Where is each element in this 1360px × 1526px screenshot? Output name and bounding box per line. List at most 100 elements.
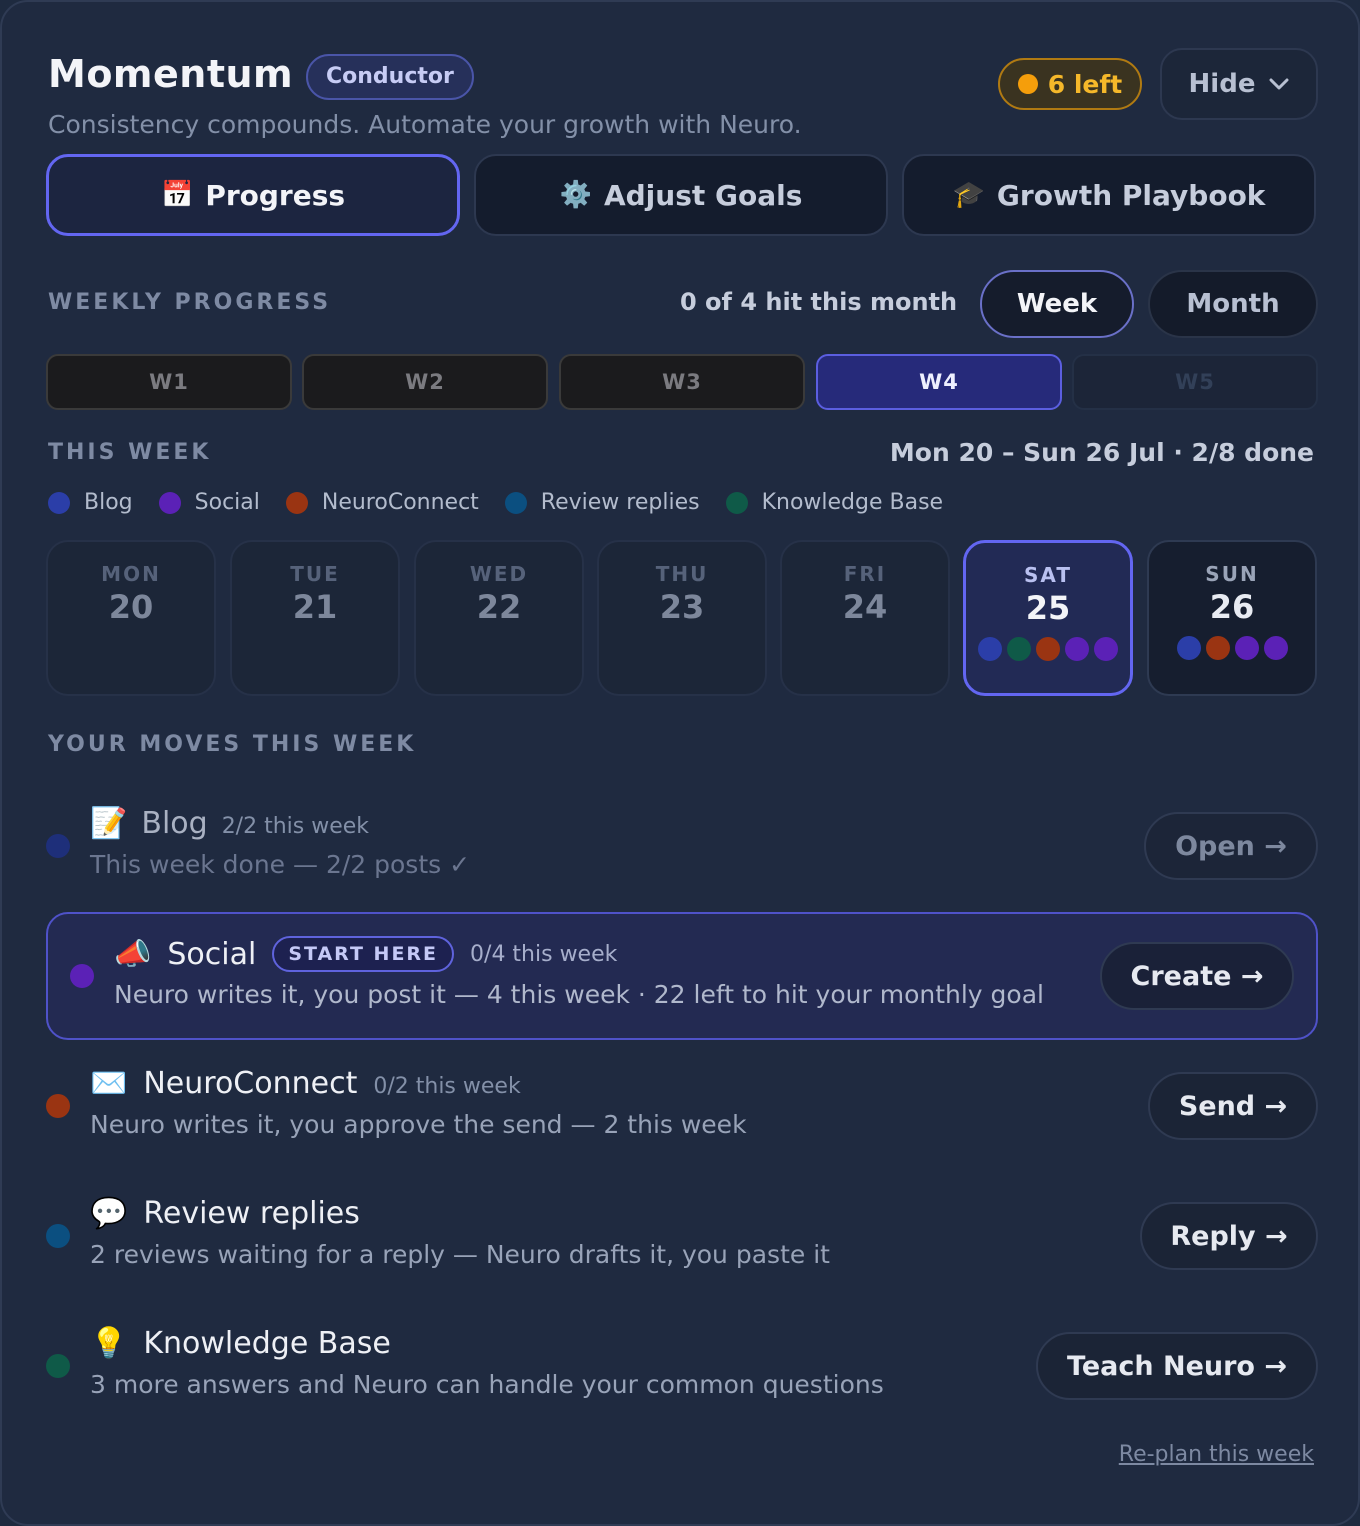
knowledge-base-status-dot-icon xyxy=(46,1354,70,1378)
neuroconnect-dot-icon xyxy=(1036,637,1060,661)
move-title: NeuroConnect xyxy=(143,1066,358,1101)
task-dots xyxy=(978,637,1118,661)
week-chip-w4[interactable]: W4 xyxy=(816,354,1062,410)
moves-heading: YOUR MOVES THIS WEEK xyxy=(48,732,417,757)
create-social-button[interactable]: Create → xyxy=(1100,942,1294,1010)
legend-label: Social xyxy=(194,490,260,515)
page-subtitle: Consistency compounds. Automate your gro… xyxy=(48,110,802,139)
speech-bubble-icon: 💬 xyxy=(90,1196,128,1231)
day-number: 26 xyxy=(1209,588,1255,626)
calendar-icon: 📅 xyxy=(160,180,194,210)
blog-status-dot-icon xyxy=(46,834,70,858)
move-count: 0/2 this week xyxy=(373,1074,521,1099)
move-description: This week done — 2/2 posts ✓ xyxy=(90,850,471,879)
move-title: Social xyxy=(167,936,257,972)
gear-icon: ⚙️ xyxy=(559,180,592,210)
day-number: 24 xyxy=(842,588,888,626)
weekly-progress-heading: WEEKLY PROGRESS xyxy=(48,290,332,315)
move-title: Review replies xyxy=(143,1196,360,1231)
legend-label: Review replies xyxy=(540,490,700,515)
chevron-down-icon xyxy=(1269,78,1289,90)
day-card-sat[interactable]: SAT 25 xyxy=(963,540,1133,696)
legend-dot-icon xyxy=(285,491,308,514)
day-number: 23 xyxy=(659,588,705,626)
social-status-dot-icon xyxy=(70,964,94,988)
tab-adjust-goals[interactable]: ⚙️ Adjust Goals xyxy=(474,154,888,236)
day-card-thu[interactable]: THU 23 xyxy=(597,540,767,696)
tab-progress[interactable]: 📅 Progress xyxy=(46,154,460,236)
review-replies-status-dot-icon xyxy=(46,1224,70,1248)
knowledge-base-dot-icon xyxy=(1007,637,1031,661)
open-blog-button[interactable]: Open → xyxy=(1144,812,1318,880)
envelope-icon: ✉️ xyxy=(90,1066,128,1101)
move-social-header: 📣 Social START HERE 0/4 this week xyxy=(114,936,617,972)
day-name: MON xyxy=(101,562,161,586)
day-name: TUE xyxy=(290,562,340,586)
move-description: 3 more answers and Neuro can handle your… xyxy=(90,1370,884,1399)
graduation-cap-icon: 🎓 xyxy=(952,180,985,210)
day-card-fri[interactable]: FRI 24 xyxy=(780,540,950,696)
remaining-badge: 6 left xyxy=(998,58,1142,110)
start-here-badge: START HERE xyxy=(272,936,455,972)
week-chip-w2[interactable]: W2 xyxy=(302,354,548,410)
move-review-replies-header: 💬 Review replies xyxy=(90,1196,360,1231)
status-dot-icon xyxy=(1017,74,1038,94)
social-dot-icon xyxy=(1263,636,1288,660)
day-card-sun[interactable]: SUN 26 xyxy=(1147,540,1317,696)
week-chip-w1[interactable]: W1 xyxy=(46,354,292,410)
day-name: SUN xyxy=(1205,562,1259,586)
category-legend: Blog Social NeuroConnect Review replies … xyxy=(48,490,943,515)
tab-progress-label: Progress xyxy=(205,178,346,212)
remaining-badge-label: 6 left xyxy=(1047,69,1123,99)
tab-growth-playbook[interactable]: 🎓 Growth Playbook xyxy=(902,154,1316,236)
day-number: 25 xyxy=(1025,589,1071,627)
hide-button[interactable]: Hide xyxy=(1160,48,1318,120)
day-name: WED xyxy=(469,562,529,586)
blog-dot-icon xyxy=(978,637,1002,661)
send-neuroconnect-button[interactable]: Send → xyxy=(1148,1072,1318,1140)
move-description: Neuro writes it, you post it — 4 this we… xyxy=(114,980,1044,1009)
legend-dot-icon xyxy=(158,491,181,514)
social-dot-icon xyxy=(1234,636,1259,660)
day-card-tue[interactable]: TUE 21 xyxy=(230,540,400,696)
day-number: 21 xyxy=(292,588,338,626)
move-count: 2/2 this week xyxy=(221,814,370,839)
legend-item-knowledge-base: Knowledge Base xyxy=(725,490,944,515)
legend-dot-icon xyxy=(725,491,748,514)
reply-reviews-button[interactable]: Reply → xyxy=(1140,1202,1318,1270)
legend-label: Knowledge Base xyxy=(761,490,944,515)
this-week-heading: THIS WEEK xyxy=(48,440,212,465)
tab-growth-playbook-label: Growth Playbook xyxy=(996,178,1266,212)
move-neuroconnect-header: ✉️ NeuroConnect 0/2 this week xyxy=(90,1066,521,1101)
social-dot-icon xyxy=(1094,637,1118,661)
legend-item-blog: Blog xyxy=(48,490,133,515)
memo-icon: 📝 xyxy=(90,806,128,841)
social-dot-icon xyxy=(1065,637,1089,661)
task-dots xyxy=(1176,636,1288,660)
neuroconnect-status-dot-icon xyxy=(46,1094,70,1118)
move-knowledge-base-header: 💡 Knowledge Base xyxy=(90,1326,391,1361)
replan-week-link[interactable]: Re-plan this week xyxy=(1119,1442,1314,1467)
day-number: 22 xyxy=(476,588,522,626)
neuroconnect-dot-icon xyxy=(1205,636,1230,660)
day-card-wed[interactable]: WED 22 xyxy=(414,540,584,696)
move-blog-header: 📝 Blog 2/2 this week xyxy=(90,806,369,841)
blog-dot-icon xyxy=(1176,636,1201,660)
tab-adjust-goals-label: Adjust Goals xyxy=(603,178,803,212)
legend-item-social: Social xyxy=(158,490,260,515)
teach-neuro-button[interactable]: Teach Neuro → xyxy=(1036,1332,1318,1400)
move-description: 2 reviews waiting for a reply — Neuro dr… xyxy=(90,1240,830,1269)
move-count: 0/4 this week xyxy=(470,941,618,967)
day-number: 20 xyxy=(108,588,154,626)
week-chip-w3[interactable]: W3 xyxy=(559,354,805,410)
week-toggle[interactable]: Week xyxy=(980,270,1134,338)
lightbulb-icon: 💡 xyxy=(90,1326,128,1361)
legend-label: NeuroConnect xyxy=(321,490,479,515)
move-description: Neuro writes it, you approve the send — … xyxy=(90,1110,747,1139)
day-card-mon[interactable]: MON 20 xyxy=(46,540,216,696)
week-chip-w5[interactable]: W5 xyxy=(1072,354,1318,410)
legend-label: Blog xyxy=(84,490,133,515)
page-title: Momentum xyxy=(48,52,294,96)
day-name: THU xyxy=(655,562,709,586)
month-toggle[interactable]: Month xyxy=(1148,270,1318,338)
